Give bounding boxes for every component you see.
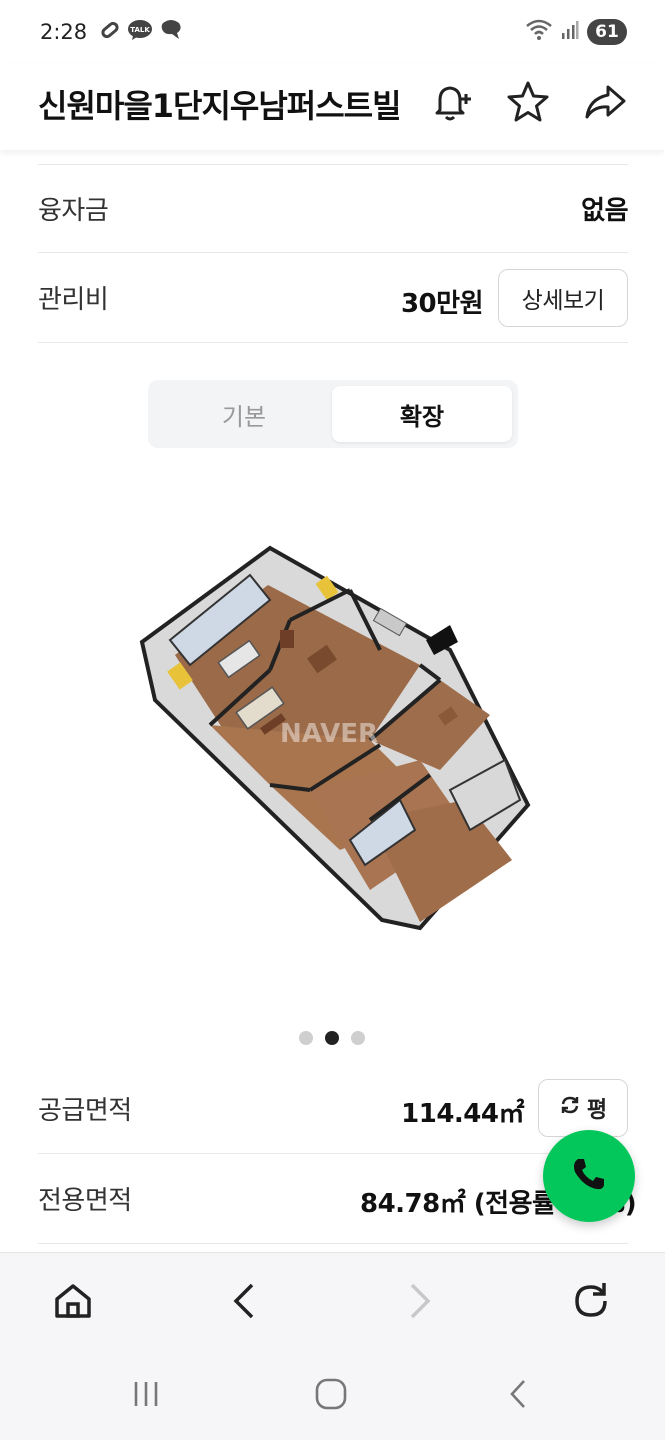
supply-area-value: 114.44㎡ bbox=[401, 1099, 524, 1129]
maintenance-fee-value: 30만원 bbox=[400, 289, 484, 319]
page-title: 신원마을1단지우남퍼스트빌 bbox=[38, 87, 402, 125]
loan-label: 융자금 bbox=[38, 196, 109, 226]
status-time: 2:28 bbox=[40, 20, 88, 44]
page-dot-3[interactable] bbox=[351, 1031, 365, 1045]
status-bar: 2:28 TALK 61 bbox=[0, 0, 665, 64]
call-button[interactable] bbox=[543, 1130, 635, 1222]
system-home-button[interactable] bbox=[309, 1374, 353, 1418]
page-dot-1[interactable] bbox=[299, 1031, 313, 1045]
notification-add-button[interactable] bbox=[424, 76, 480, 132]
unit-label: 평 bbox=[586, 1098, 608, 1123]
system-navigation-bar bbox=[0, 1352, 665, 1440]
row-divider bbox=[38, 1153, 628, 1154]
tab-extended[interactable]: 확장 bbox=[332, 386, 512, 442]
unit-toggle-button[interactable]: 평 bbox=[538, 1079, 628, 1137]
recent-apps-icon bbox=[130, 1378, 162, 1414]
page-dot-2[interactable] bbox=[325, 1031, 339, 1045]
forward-icon bbox=[398, 1281, 438, 1325]
maintenance-fee-label: 관리비 bbox=[38, 285, 109, 315]
notification-icons: TALK bbox=[99, 19, 183, 45]
browser-forward-button[interactable] bbox=[392, 1277, 444, 1329]
home-icon bbox=[51, 1279, 95, 1327]
row-divider bbox=[38, 164, 628, 165]
exclusive-area-label: 전용면적 bbox=[38, 1186, 132, 1216]
battery-icon: 61 bbox=[587, 19, 627, 45]
recent-apps-button[interactable] bbox=[124, 1374, 168, 1418]
phone-icon bbox=[569, 1154, 609, 1198]
loan-value: 없음 bbox=[581, 196, 628, 226]
favorite-button[interactable] bbox=[500, 76, 556, 132]
link-icon bbox=[99, 19, 121, 45]
refresh-small-icon bbox=[559, 1094, 581, 1122]
row-divider bbox=[38, 252, 628, 253]
home-circle-icon bbox=[314, 1377, 348, 1415]
share-icon bbox=[582, 79, 628, 129]
svg-text:TALK: TALK bbox=[130, 26, 150, 34]
supply-area-label: 공급면적 bbox=[38, 1096, 132, 1126]
signal-icon bbox=[561, 20, 579, 44]
browser-back-button[interactable] bbox=[220, 1277, 272, 1329]
browser-toolbar bbox=[0, 1252, 665, 1352]
bell-plus-icon bbox=[430, 80, 474, 128]
floorplan-3d-drawing: NAVER bbox=[139, 545, 531, 931]
back-icon bbox=[226, 1281, 266, 1325]
app-header: 신원마을1단지우남퍼스트빌 bbox=[0, 64, 665, 150]
chat-icon bbox=[159, 19, 183, 45]
refresh-icon bbox=[569, 1279, 613, 1327]
floorplan-image[interactable]: NAVER bbox=[120, 530, 540, 950]
row-divider bbox=[38, 1243, 628, 1244]
kakaotalk-icon: TALK bbox=[127, 19, 153, 45]
system-back-icon bbox=[503, 1378, 535, 1414]
row-divider bbox=[38, 342, 628, 343]
browser-refresh-button[interactable] bbox=[565, 1277, 617, 1329]
floorplan-pagination bbox=[299, 1031, 365, 1045]
share-button[interactable] bbox=[577, 76, 633, 132]
system-back-button[interactable] bbox=[497, 1374, 541, 1418]
floorplan-toggle: 기본 확장 bbox=[148, 380, 518, 448]
system-status-icons: 61 bbox=[525, 18, 627, 46]
browser-home-button[interactable] bbox=[47, 1277, 99, 1329]
tab-basic[interactable]: 기본 bbox=[154, 386, 334, 442]
star-icon bbox=[505, 79, 551, 129]
fee-detail-button[interactable]: 상세보기 bbox=[498, 269, 628, 327]
naver-watermark: NAVER bbox=[280, 719, 378, 749]
wifi-icon bbox=[525, 18, 553, 46]
